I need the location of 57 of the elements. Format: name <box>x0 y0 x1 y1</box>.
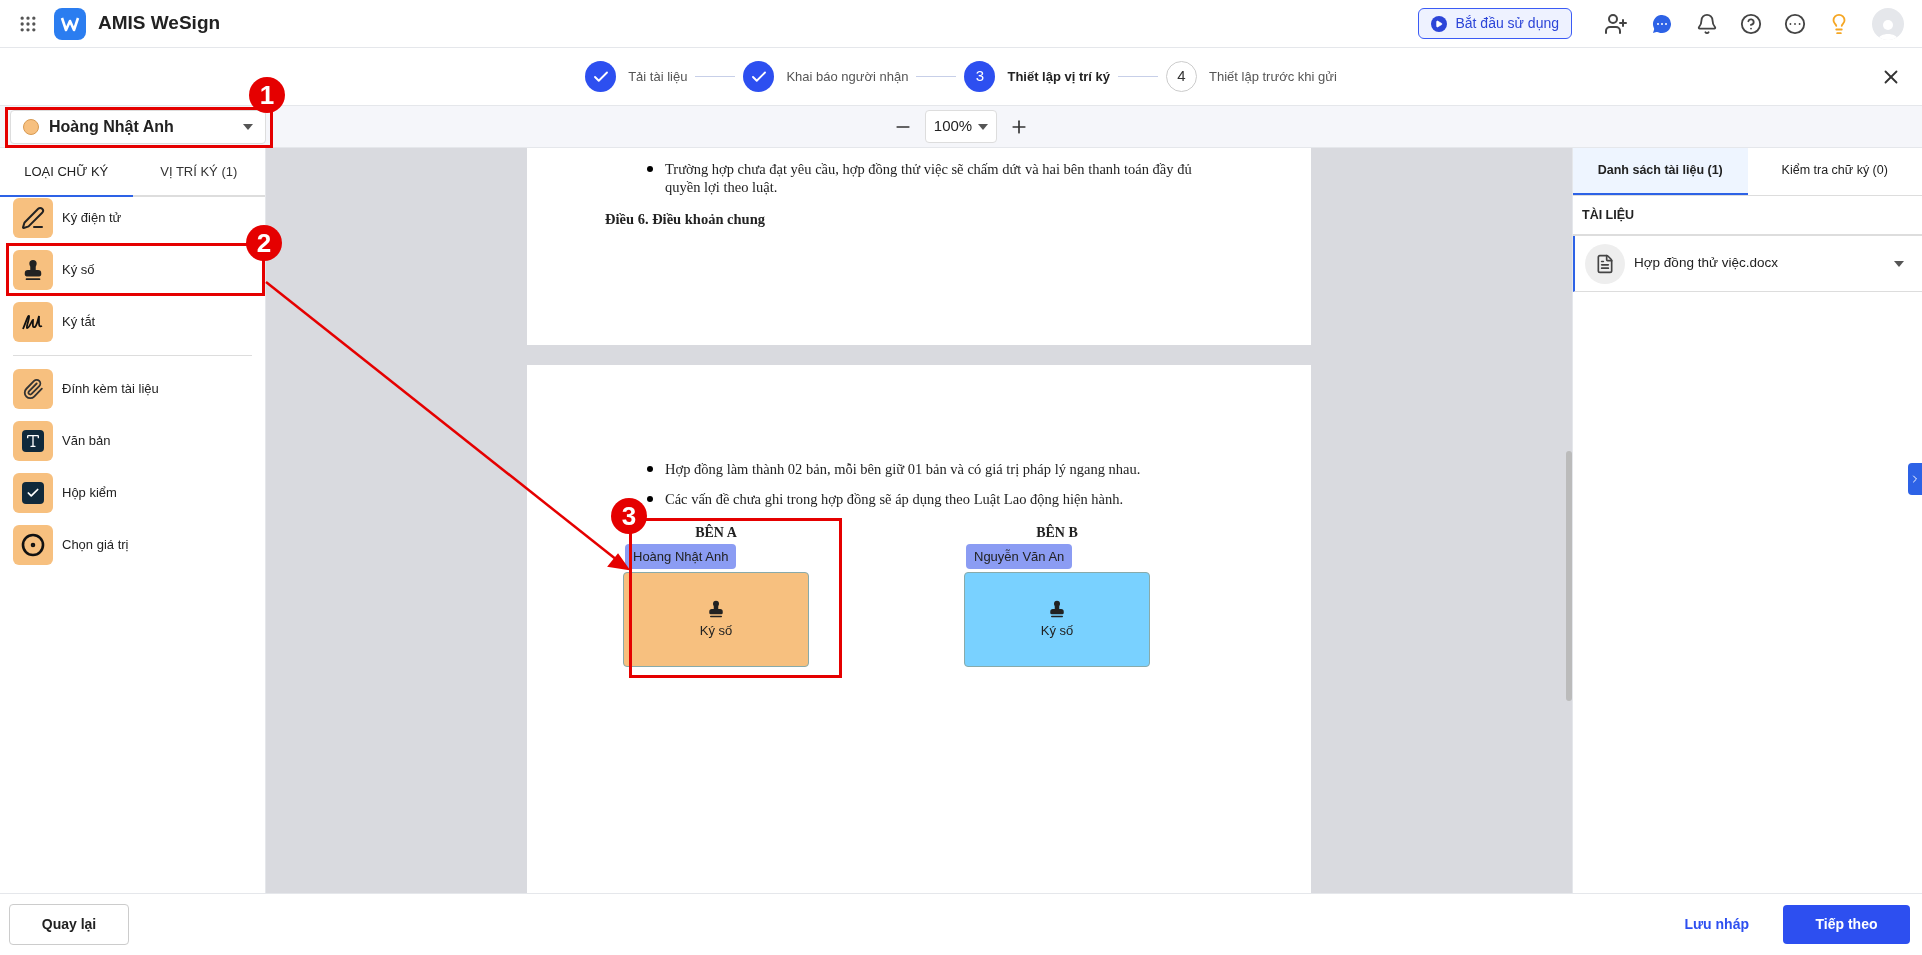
field-type-item[interactable]: Chọn giá trị <box>13 525 252 565</box>
step-label: Thiết lập vị trí ký <box>1007 67 1111 86</box>
party-label: BÊN B <box>1035 524 1079 542</box>
play-icon <box>1431 15 1448 32</box>
step-done-icon <box>743 61 775 92</box>
step-label: Thiết lập trước khi gửi <box>1209 67 1337 86</box>
panel-tab[interactable]: Danh sách tài liệu (1) <box>1573 148 1748 195</box>
start-button[interactable]: Bắt đầu sử dụng <box>1418 8 1572 39</box>
panel-tab[interactable]: Kiểm tra chữ ký (0) <box>1747 148 1922 195</box>
checkbox-icon <box>13 473 53 513</box>
signer-tag: Nguyễn Văn An <box>966 544 1073 569</box>
step-label: Tải tài liệu <box>628 67 688 86</box>
panel-tab[interactable]: LOẠI CHỮ KÝ <box>0 148 133 197</box>
add-user-icon[interactable] <box>1604 11 1628 36</box>
document-paragraph: Trường hợp chưa đạt yêu cầu, hợp đồng thử việc sẽ chấm dứt và hai bên thanh toán đầy đủ quyền lợi theo luật. <box>665 160 1193 196</box>
document-icon <box>1585 243 1625 284</box>
callout-number: 1 <box>249 77 285 113</box>
next-button[interactable]: Tiếp theo <box>1783 905 1910 944</box>
initials-icon <box>13 302 53 342</box>
field-type-item[interactable]: Đính kèm tài liệu <box>13 369 252 409</box>
party-label: BÊN A <box>694 524 738 542</box>
document-paragraph: Các vấn đề chưa ghi trong hợp đồng sẽ áp dụng theo Luật Lao động hiện hành. <box>665 490 1124 508</box>
field-type-item[interactable]: Văn bản <box>13 421 252 461</box>
radio-icon <box>13 525 53 565</box>
paperclip-icon <box>13 369 53 409</box>
signer-select[interactable]: Hoàng Nhật Anh <box>10 109 266 144</box>
app-logo-icon <box>54 7 86 40</box>
caret-icon <box>978 123 989 130</box>
document-item[interactable]: Hợp đồng thử việc.docx <box>1573 236 1922 292</box>
signature-field[interactable]: Ký số <box>964 572 1150 667</box>
caret-icon <box>1894 260 1904 267</box>
callout-number: 2 <box>246 225 282 261</box>
notification-icon[interactable] <box>1696 12 1718 35</box>
step-label: Khai báo người nhận <box>786 67 909 86</box>
stamp-icon <box>13 250 53 290</box>
app-title: AMIS WeSign <box>98 11 221 36</box>
document-paragraph: Hợp đồng làm thành 02 bản, mỗi bên giữ 01 bản và có giá trị pháp lý ngang nhau. <box>665 460 1141 478</box>
caret-icon <box>243 123 253 130</box>
field-type-item[interactable]: Hộp kiểm <box>13 473 252 513</box>
more-icon[interactable] <box>1784 12 1806 35</box>
text-icon <box>13 421 53 461</box>
section-title: TÀI LIỆU <box>1573 196 1922 236</box>
document-heading: Điều 6. Điều khoản chung <box>605 210 766 228</box>
stamp-icon <box>1048 599 1066 618</box>
step-done-icon <box>585 61 617 92</box>
signer-tag: Hoàng Nhật Anh <box>625 544 737 569</box>
save-draft-link[interactable]: Lưu nháp <box>1684 914 1749 935</box>
pen-icon <box>13 198 53 238</box>
signature-field[interactable]: Ký số <box>623 572 809 667</box>
help-icon[interactable] <box>1740 12 1762 35</box>
panel-tab[interactable]: VỊ TRÍ KÝ (1) <box>132 148 265 197</box>
step-number: 3 <box>964 61 996 92</box>
expand-panel-button[interactable] <box>1908 463 1922 495</box>
stamp-icon <box>707 599 725 618</box>
back-button[interactable]: Quay lại <box>9 904 129 945</box>
signature-type-item[interactable]: Ký tắt <box>13 302 252 342</box>
zoom-select[interactable]: 100% <box>925 110 997 143</box>
